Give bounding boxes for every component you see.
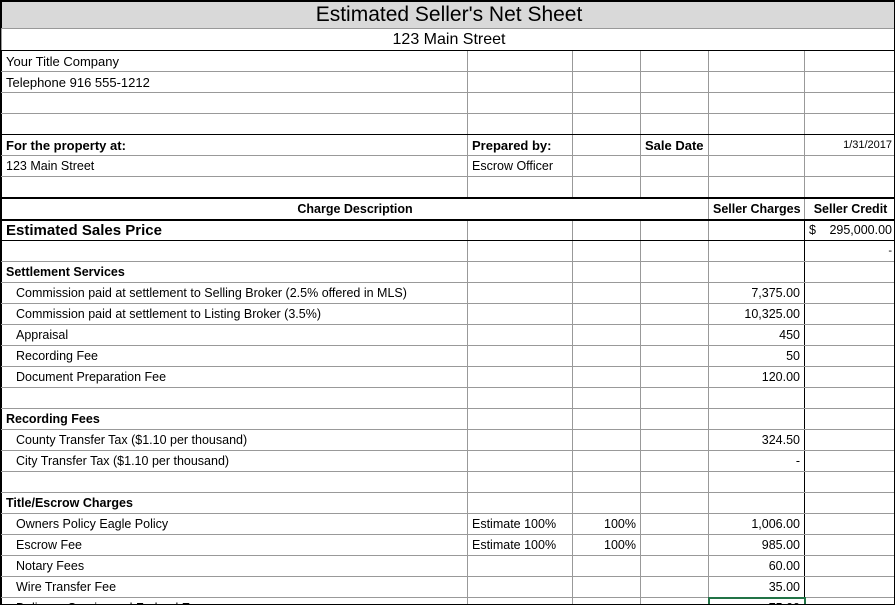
seller-credit-cell[interactable] — [805, 451, 895, 472]
seller-charge-cell[interactable]: 60.00 — [709, 556, 805, 577]
blank-row — [2, 93, 895, 114]
subtitle-row: 123 Main Street — [2, 29, 895, 51]
line-item-row: Document Preparation Fee 120.00 — [2, 367, 895, 388]
property-value-row: 123 Main Street Escrow Officer — [2, 156, 895, 177]
section-header-row: Recording Fees — [2, 409, 895, 430]
for-property-label: For the property at: — [2, 135, 468, 156]
header-charge-description: Charge Description — [2, 198, 709, 220]
telephone-row: Telephone 916 555-1212 — [2, 72, 895, 93]
estimated-sales-price-label: Estimated Sales Price — [2, 220, 468, 241]
line-item-row: City Transfer Tax ($1.10 per thousand) - — [2, 451, 895, 472]
line-item-desc[interactable]: Owners Policy Eagle Policy — [2, 514, 468, 535]
seller-credit-cell[interactable] — [805, 367, 895, 388]
line-item-desc[interactable]: Escrow Fee — [2, 535, 468, 556]
line-item-row: Commission paid at settlement to Selling… — [2, 283, 895, 304]
seller-charge-cell[interactable]: 450 — [709, 325, 805, 346]
line-item-row: Appraisal 450 — [2, 325, 895, 346]
line-item-desc[interactable]: County Transfer Tax ($1.10 per thousand) — [2, 430, 468, 451]
net-sheet-document: Estimated Seller's Net Sheet 123 Main St… — [0, 0, 895, 605]
prepared-by-label: Prepared by: — [468, 135, 573, 156]
line-item-desc[interactable]: Delivery, Courier and Federal Express — [2, 598, 468, 605]
line-item-row: Commission paid at settlement to Listing… — [2, 304, 895, 325]
estimate-pct[interactable]: 100% — [573, 535, 641, 556]
seller-charge-cell[interactable]: 324.50 — [709, 430, 805, 451]
line-item-row: Delivery, Courier and Federal Express 75… — [2, 598, 895, 605]
seller-credit-cell[interactable] — [805, 283, 895, 304]
seller-credit-cell[interactable] — [805, 346, 895, 367]
estimate-note[interactable]: Estimate 100% — [468, 535, 573, 556]
dash-value[interactable]: - — [805, 241, 895, 262]
seller-charge-cell[interactable]: 35.00 — [709, 577, 805, 598]
cell[interactable] — [468, 51, 573, 72]
blank-row — [2, 114, 895, 135]
cell[interactable] — [641, 51, 709, 72]
section-header-row: Title/Escrow Charges — [2, 493, 895, 514]
estimate-note[interactable]: Estimate 100% — [468, 514, 573, 535]
title-row: Estimated Seller's Net Sheet — [2, 2, 895, 29]
prepared-by-value[interactable]: Escrow Officer — [468, 156, 573, 177]
cell[interactable] — [573, 51, 641, 72]
line-item-row: Escrow Fee Estimate 100% 100% 985.00 — [2, 535, 895, 556]
seller-credit-cell[interactable] — [805, 514, 895, 535]
blank-row — [2, 177, 895, 198]
seller-credit-cell[interactable] — [805, 325, 895, 346]
document-title: Estimated Seller's Net Sheet — [2, 2, 895, 29]
line-item-row: Wire Transfer Fee 35.00 — [2, 577, 895, 598]
property-header-row: For the property at: Prepared by: Sale D… — [2, 135, 895, 156]
line-item-row: County Transfer Tax ($1.10 per thousand)… — [2, 430, 895, 451]
header-seller-charges: Seller Charges — [709, 198, 805, 220]
column-headers-row: Charge Description Seller Charges Seller… — [2, 198, 895, 220]
seller-credit-cell[interactable] — [805, 535, 895, 556]
seller-credit-cell[interactable] — [805, 556, 895, 577]
cell[interactable] — [709, 241, 805, 262]
settlement-services-header: Settlement Services — [2, 262, 468, 283]
line-item-desc[interactable]: Commission paid at settlement to Selling… — [2, 283, 468, 304]
line-item-row: Recording Fee 50 — [2, 346, 895, 367]
title-escrow-header: Title/Escrow Charges — [2, 493, 468, 514]
seller-credit-cell[interactable] — [805, 304, 895, 325]
seller-charge-cell[interactable]: 120.00 — [709, 367, 805, 388]
currency-symbol: $ — [809, 223, 816, 237]
line-item-desc[interactable]: Notary Fees — [2, 556, 468, 577]
cell[interactable] — [709, 51, 805, 72]
blank-row — [2, 388, 895, 409]
estimated-sales-price-value[interactable]: $ 295,000.00 — [805, 220, 895, 241]
recording-fees-header: Recording Fees — [2, 409, 468, 430]
seller-charge-cell[interactable]: 1,006.00 — [709, 514, 805, 535]
seller-charge-cell[interactable]: - — [709, 451, 805, 472]
for-property-value[interactable]: 123 Main Street — [2, 156, 468, 177]
blank-row: - — [2, 241, 895, 262]
blank-row — [2, 472, 895, 493]
seller-charge-cell-selected[interactable]: 75.00 — [709, 598, 805, 605]
line-item-desc[interactable]: City Transfer Tax ($1.10 per thousand) — [2, 451, 468, 472]
line-item-row: Owners Policy Eagle Policy Estimate 100%… — [2, 514, 895, 535]
spreadsheet-grid: Estimated Seller's Net Sheet 123 Main St… — [1, 1, 895, 605]
line-item-row: Notary Fees 60.00 — [2, 556, 895, 577]
section-header-row: Settlement Services — [2, 262, 895, 283]
sale-date-value[interactable]: 1/31/2017 — [805, 135, 895, 156]
property-address-subtitle: 123 Main Street — [2, 29, 895, 51]
seller-charge-cell[interactable]: 7,375.00 — [709, 283, 805, 304]
company-row: Your Title Company — [2, 51, 895, 72]
estimated-sales-price-amount: 295,000.00 — [829, 223, 892, 237]
seller-credit-cell[interactable] — [805, 598, 895, 605]
cell[interactable] — [805, 51, 895, 72]
sale-date-label: Sale Date — [641, 135, 709, 156]
company-phone: Telephone 916 555-1212 — [2, 72, 468, 93]
seller-credit-cell[interactable] — [805, 577, 895, 598]
line-item-desc[interactable]: Wire Transfer Fee — [2, 577, 468, 598]
header-seller-credit: Seller Credit — [805, 198, 895, 220]
seller-charge-cell[interactable]: 50 — [709, 346, 805, 367]
estimated-price-row: Estimated Sales Price $ 295,000.00 — [2, 220, 895, 241]
line-item-desc[interactable]: Document Preparation Fee — [2, 367, 468, 388]
line-item-desc[interactable]: Appraisal — [2, 325, 468, 346]
cell[interactable] — [709, 220, 805, 241]
line-item-desc[interactable]: Commission paid at settlement to Listing… — [2, 304, 468, 325]
seller-credit-cell[interactable] — [805, 430, 895, 451]
seller-charge-cell[interactable]: 10,325.00 — [709, 304, 805, 325]
company-name: Your Title Company — [2, 51, 468, 72]
estimate-pct[interactable]: 100% — [573, 514, 641, 535]
line-item-desc[interactable]: Recording Fee — [2, 346, 468, 367]
seller-charge-cell[interactable]: 985.00 — [709, 535, 805, 556]
